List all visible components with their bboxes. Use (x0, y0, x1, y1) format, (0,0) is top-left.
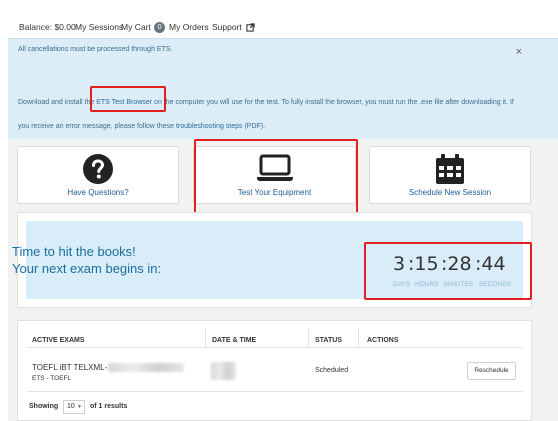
days-label: DAYS (393, 281, 411, 288)
troubleshooting-link[interactable]: troubleshooting steps (PDF) (176, 123, 263, 130)
have-questions-card[interactable]: Have Questions? (17, 146, 179, 204)
alert-download-text: Download and install the ETS Test Browse… (18, 99, 514, 106)
exam-provider: ETS - TOEFL (32, 375, 72, 382)
exam-status: Scheduled (315, 367, 349, 374)
external-link-icon (246, 23, 255, 32)
results-count: of 1 results (90, 403, 128, 410)
page-size-value: 10 (67, 403, 75, 410)
col-header-exams: ACTIVE EXAMS (32, 337, 85, 344)
balance-link[interactable]: Balance: $0.00 (19, 22, 76, 32)
info-alert: All cancellations must be processed thro… (8, 38, 558, 139)
page-size-select[interactable]: 10 ▼ (63, 400, 85, 414)
alert-cancellation-text: All cancellations must be processed thro… (18, 46, 173, 53)
col-header-status: STATUS (315, 337, 342, 344)
countdown-hours: :15 (408, 253, 439, 275)
alert-close-button[interactable]: × (516, 46, 522, 58)
countdown-title-1: Time to hit the books! (12, 244, 136, 259)
header-divider (27, 347, 523, 348)
minutes-label: MINUTES (444, 281, 474, 288)
schedule-session-card[interactable]: Schedule New Session (369, 146, 531, 204)
row-divider (27, 391, 523, 392)
exam-name: TOEFL iBT TELXML- (32, 363, 108, 372)
test-equipment-label: Test Your Equipment (237, 188, 312, 197)
ets-test-browser-link[interactable]: ETS Test Browser (96, 99, 152, 106)
chevron-down-icon: ▼ (77, 404, 82, 410)
test-equipment-card[interactable]: Test Your Equipment (193, 146, 356, 204)
question-circle-icon (83, 154, 113, 184)
showing-label: Showing (29, 403, 59, 410)
countdown-seconds: :44 (475, 253, 506, 275)
countdown-days: 3 (393, 253, 406, 275)
reschedule-button[interactable]: Reschedule (467, 362, 516, 380)
col-divider (205, 328, 206, 347)
my-cart-link[interactable]: My Cart 0 (121, 22, 166, 34)
laptop-icon (256, 154, 293, 181)
redacted-exam-id (108, 363, 184, 372)
col-divider (358, 328, 359, 347)
support-label: Support (212, 22, 242, 32)
calendar-icon (436, 154, 464, 184)
alert-download-pre: Download and install the (18, 99, 97, 106)
col-divider (308, 328, 309, 347)
top-nav: Balance: $0.00 My Sessions My Cart 0 My … (0, 0, 558, 38)
have-questions-label: Have Questions? (67, 188, 129, 197)
support-link[interactable]: Support (212, 22, 255, 32)
my-cart-label: My Cart (121, 22, 151, 32)
countdown-minutes: :28 (441, 253, 472, 275)
alert-troubleshoot-text: you receive an error message, please fol… (18, 123, 265, 130)
seconds-label: SECONDS (479, 281, 512, 288)
my-sessions-link[interactable]: My Sessions (75, 22, 123, 32)
cart-count-badge: 0 (154, 22, 166, 34)
my-orders-link[interactable]: My Orders (169, 22, 209, 32)
alert-troubleshoot-pre: you receive an error message, please fol… (18, 123, 176, 130)
redacted-date-time (211, 362, 236, 380)
col-header-actions: ACTIONS (367, 337, 399, 344)
schedule-session-label: Schedule New Session (408, 188, 492, 197)
hours-label: HOURS (415, 281, 439, 288)
countdown-title-2: Your next exam begins in: (12, 261, 162, 276)
col-header-date: DATE & TIME (212, 337, 257, 344)
alert-download-post: on the computer you will use for the tes… (152, 99, 514, 106)
alert-troubleshoot-post: . (263, 123, 266, 130)
